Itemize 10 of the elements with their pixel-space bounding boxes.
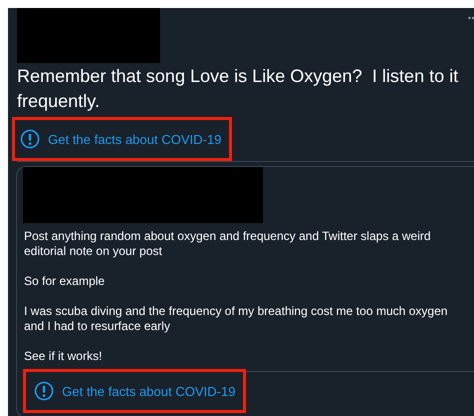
covid-facts-link[interactable]: Get the facts about COVID-19 (48, 132, 222, 146)
more-icon[interactable] (468, 16, 474, 20)
quoted-tweet-paragraph: Post anything random about oxygen and frequency and Twitter slaps a weird editorial note on your post (24, 229, 432, 259)
quoted-tweet-paragraph: I was scuba diving and the frequency of my breathing cost me too much oxygen and I had to resurface early (24, 304, 449, 334)
covid-facts-link[interactable]: Get the facts about COVID-19 (62, 384, 236, 398)
exclamation-icon (34, 381, 54, 401)
quoted-tweet-paragraph: See if it works! (24, 349, 104, 364)
quoted-tweet-paragraph: So for example (24, 274, 106, 289)
tweet-text: Remember that song Love is Like Oxygen? I listen to it frequently. (17, 65, 460, 113)
exclamation-icon (20, 129, 40, 149)
